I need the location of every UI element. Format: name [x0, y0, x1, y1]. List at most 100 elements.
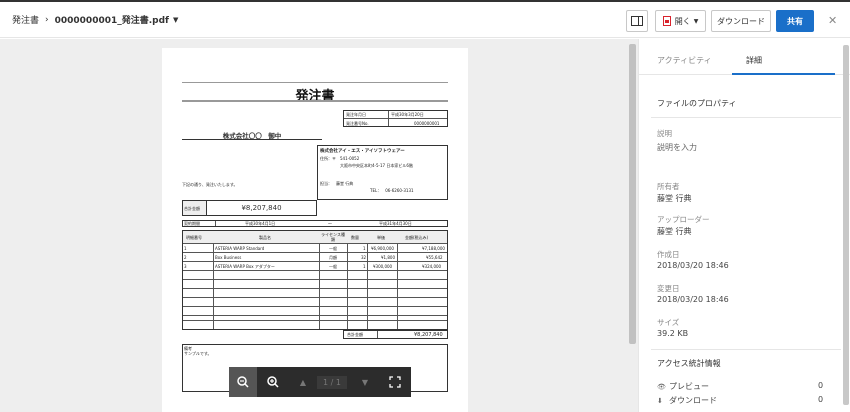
- table-cell: 3: [184, 264, 187, 269]
- order-note: 下記の通り、発注いたします。: [182, 182, 238, 187]
- table-cell: ASTERIA WARP Box アダプター: [215, 264, 275, 269]
- pdf-icon: [662, 16, 671, 26]
- active-tab-indicator: [732, 73, 835, 75]
- table-cell: ¥324,000: [422, 264, 442, 269]
- modified-label: 変更日: [657, 284, 680, 293]
- toggle-panel-button[interactable]: [626, 10, 648, 32]
- supplier-address: 大阪市中央区本町4-5-17 日本家ビル6階: [340, 163, 413, 168]
- zoom-out-button[interactable]: [229, 367, 257, 397]
- viewer-scrollbar[interactable]: [629, 44, 636, 344]
- download-icon: ⬇: [657, 396, 663, 405]
- title-rule-bottom: [182, 100, 448, 102]
- order-date-label: 発注年月日: [346, 112, 366, 117]
- total-amount-label: 合計金額: [183, 201, 207, 215]
- col-header: 製品名: [259, 235, 271, 240]
- table-cell: Box Business: [215, 255, 242, 260]
- period-label: 契約期間: [184, 221, 200, 226]
- owner-label: 所有者: [657, 182, 680, 191]
- contract-period-row: 契約期間 平成30年4月1日 ～ 平成31年4月30日: [182, 220, 448, 227]
- stat-preview-label: プレビュー: [669, 382, 709, 391]
- stat-download-label: ダウンロード: [669, 396, 717, 405]
- prev-page-icon[interactable]: ▲: [289, 367, 317, 397]
- order-info-table: 発注年月日 平成30年3月20日 発注番号No. 0000000001: [343, 110, 448, 127]
- customer-rule: [182, 139, 322, 140]
- zoom-in-button[interactable]: [259, 367, 287, 397]
- grand-total: ¥8,207,840: [414, 332, 443, 338]
- table-cell: ¥7,188,000: [422, 246, 445, 251]
- col-header: ライセンス種類: [321, 232, 345, 242]
- uploader-label: アップローダー: [657, 215, 710, 224]
- stat-download: ⬇ ダウンロード: [657, 395, 717, 406]
- order-no: 0000000001: [414, 121, 440, 126]
- tab-details[interactable]: 詳細: [746, 55, 762, 66]
- table-cell: 1: [184, 246, 187, 251]
- table-cell: 一般: [329, 246, 337, 251]
- share-button[interactable]: 共有: [776, 10, 814, 32]
- supplier-tel: TEL： 06-6260-3131: [370, 188, 414, 193]
- table-cell: ¥55,642: [426, 255, 443, 260]
- total-amount: ¥8,207,840: [241, 204, 282, 212]
- description-label: 説明: [657, 129, 672, 138]
- supplier-contact: 担当： 藤堂 行典: [320, 181, 354, 186]
- grand-total-label: 合計金額: [347, 332, 363, 337]
- caret-down-icon[interactable]: ▼: [173, 16, 178, 24]
- table-cell: 一般: [329, 264, 337, 269]
- owner-value: 藤堂 行典: [657, 194, 692, 203]
- next-page-icon[interactable]: ▼: [351, 367, 379, 397]
- order-date: 平成30年3月20日: [391, 112, 424, 117]
- table-cell: ¥300,000: [373, 264, 393, 269]
- table-cell: 1: [363, 246, 366, 251]
- stat-download-value: 0: [818, 395, 824, 404]
- pdf-page: 発注書 発注年月日 平成30年3月20日 発注番号No. 0000000001 …: [162, 48, 468, 412]
- created-value: 2018/03/20 18:46: [657, 261, 729, 270]
- file-properties-title: ファイルのプロパティ: [657, 99, 737, 108]
- file-name[interactable]: 0000000001_発注書.pdf: [55, 13, 169, 26]
- caret-down-icon: ▼: [693, 17, 699, 25]
- col-header: 金額(税込み): [405, 235, 429, 240]
- created-label: 作成日: [657, 250, 680, 259]
- col-header: 数量: [351, 235, 359, 240]
- fullscreen-icon: [389, 376, 401, 388]
- download-button[interactable]: ダウンロード: [711, 10, 771, 32]
- access-stats-title: アクセス統計情報: [657, 359, 721, 368]
- description-input[interactable]: 説明を入力: [657, 142, 697, 153]
- table-cell: ¥6,900,000: [371, 246, 394, 251]
- uploader-value: 藤堂 行典: [657, 227, 692, 236]
- document-viewer: 発注書 発注年月日 平成30年3月20日 発注番号No. 0000000001 …: [0, 39, 638, 412]
- table-cell: ¥1,800: [381, 255, 395, 260]
- size-label: サイズ: [657, 318, 680, 327]
- details-sidebar: アクティビティ 詳細 ファイルのプロパティ 説明 説明を入力 所有者 藤堂 行典…: [638, 39, 850, 412]
- table-cell: 2: [184, 255, 187, 260]
- order-no-label: 発注番号No.: [346, 121, 369, 126]
- table-cell: 月額: [329, 255, 337, 260]
- total-amount-box: 合計金額 ¥8,207,840: [182, 200, 317, 216]
- sidebar-tabs: アクティビティ 詳細: [639, 39, 850, 75]
- table-cell: ASTERIA WARP Standard: [215, 246, 265, 251]
- open-label: 開く: [674, 16, 691, 26]
- breadcrumb: 発注書 › 0000000001_発注書.pdf ▼: [12, 13, 178, 27]
- stat-preview-value: 0: [818, 381, 824, 390]
- supplier-name: 株式会社アイ・エス・アイソフトウェアー: [320, 149, 405, 154]
- fullscreen-button[interactable]: [381, 367, 409, 397]
- modified-value: 2018/03/20 18:46: [657, 295, 729, 304]
- remarks-text: サンプルです。: [184, 351, 212, 356]
- supplier-box: 株式会社アイ・エス・アイソフトウェアー 住所：〒 541-0052 大阪市中央区…: [317, 145, 448, 200]
- table-cell: 1: [363, 264, 366, 269]
- line-items-table: 明細番号 製品名 ライセンス種類 数量 単価 金額(税込み) 1 ASTERIA…: [182, 230, 448, 330]
- zoom-out-icon: [237, 376, 249, 388]
- grand-total-row: 合計金額 ¥8,207,840: [343, 330, 448, 339]
- breadcrumb-folder[interactable]: 発注書: [12, 13, 39, 26]
- period-from: 平成30年4月1日: [245, 221, 276, 226]
- open-button[interactable]: 開く ▼: [655, 10, 706, 32]
- tab-activity[interactable]: アクティビティ: [657, 55, 712, 66]
- period-dash: ～: [328, 221, 332, 226]
- col-header: 単価: [377, 235, 385, 240]
- supplier-postal: 住所：〒 541-0052: [320, 156, 360, 161]
- sidebar-panel-icon: [631, 16, 643, 26]
- stat-preview: 👁 プレビュー: [657, 381, 709, 392]
- zoom-in-icon: [267, 376, 279, 388]
- sidebar-scrollbar[interactable]: [843, 45, 849, 405]
- page-indicator[interactable]: 1 / 1: [317, 376, 347, 389]
- close-icon[interactable]: ✕: [828, 14, 837, 27]
- size-value: 39.2 KB: [657, 329, 689, 338]
